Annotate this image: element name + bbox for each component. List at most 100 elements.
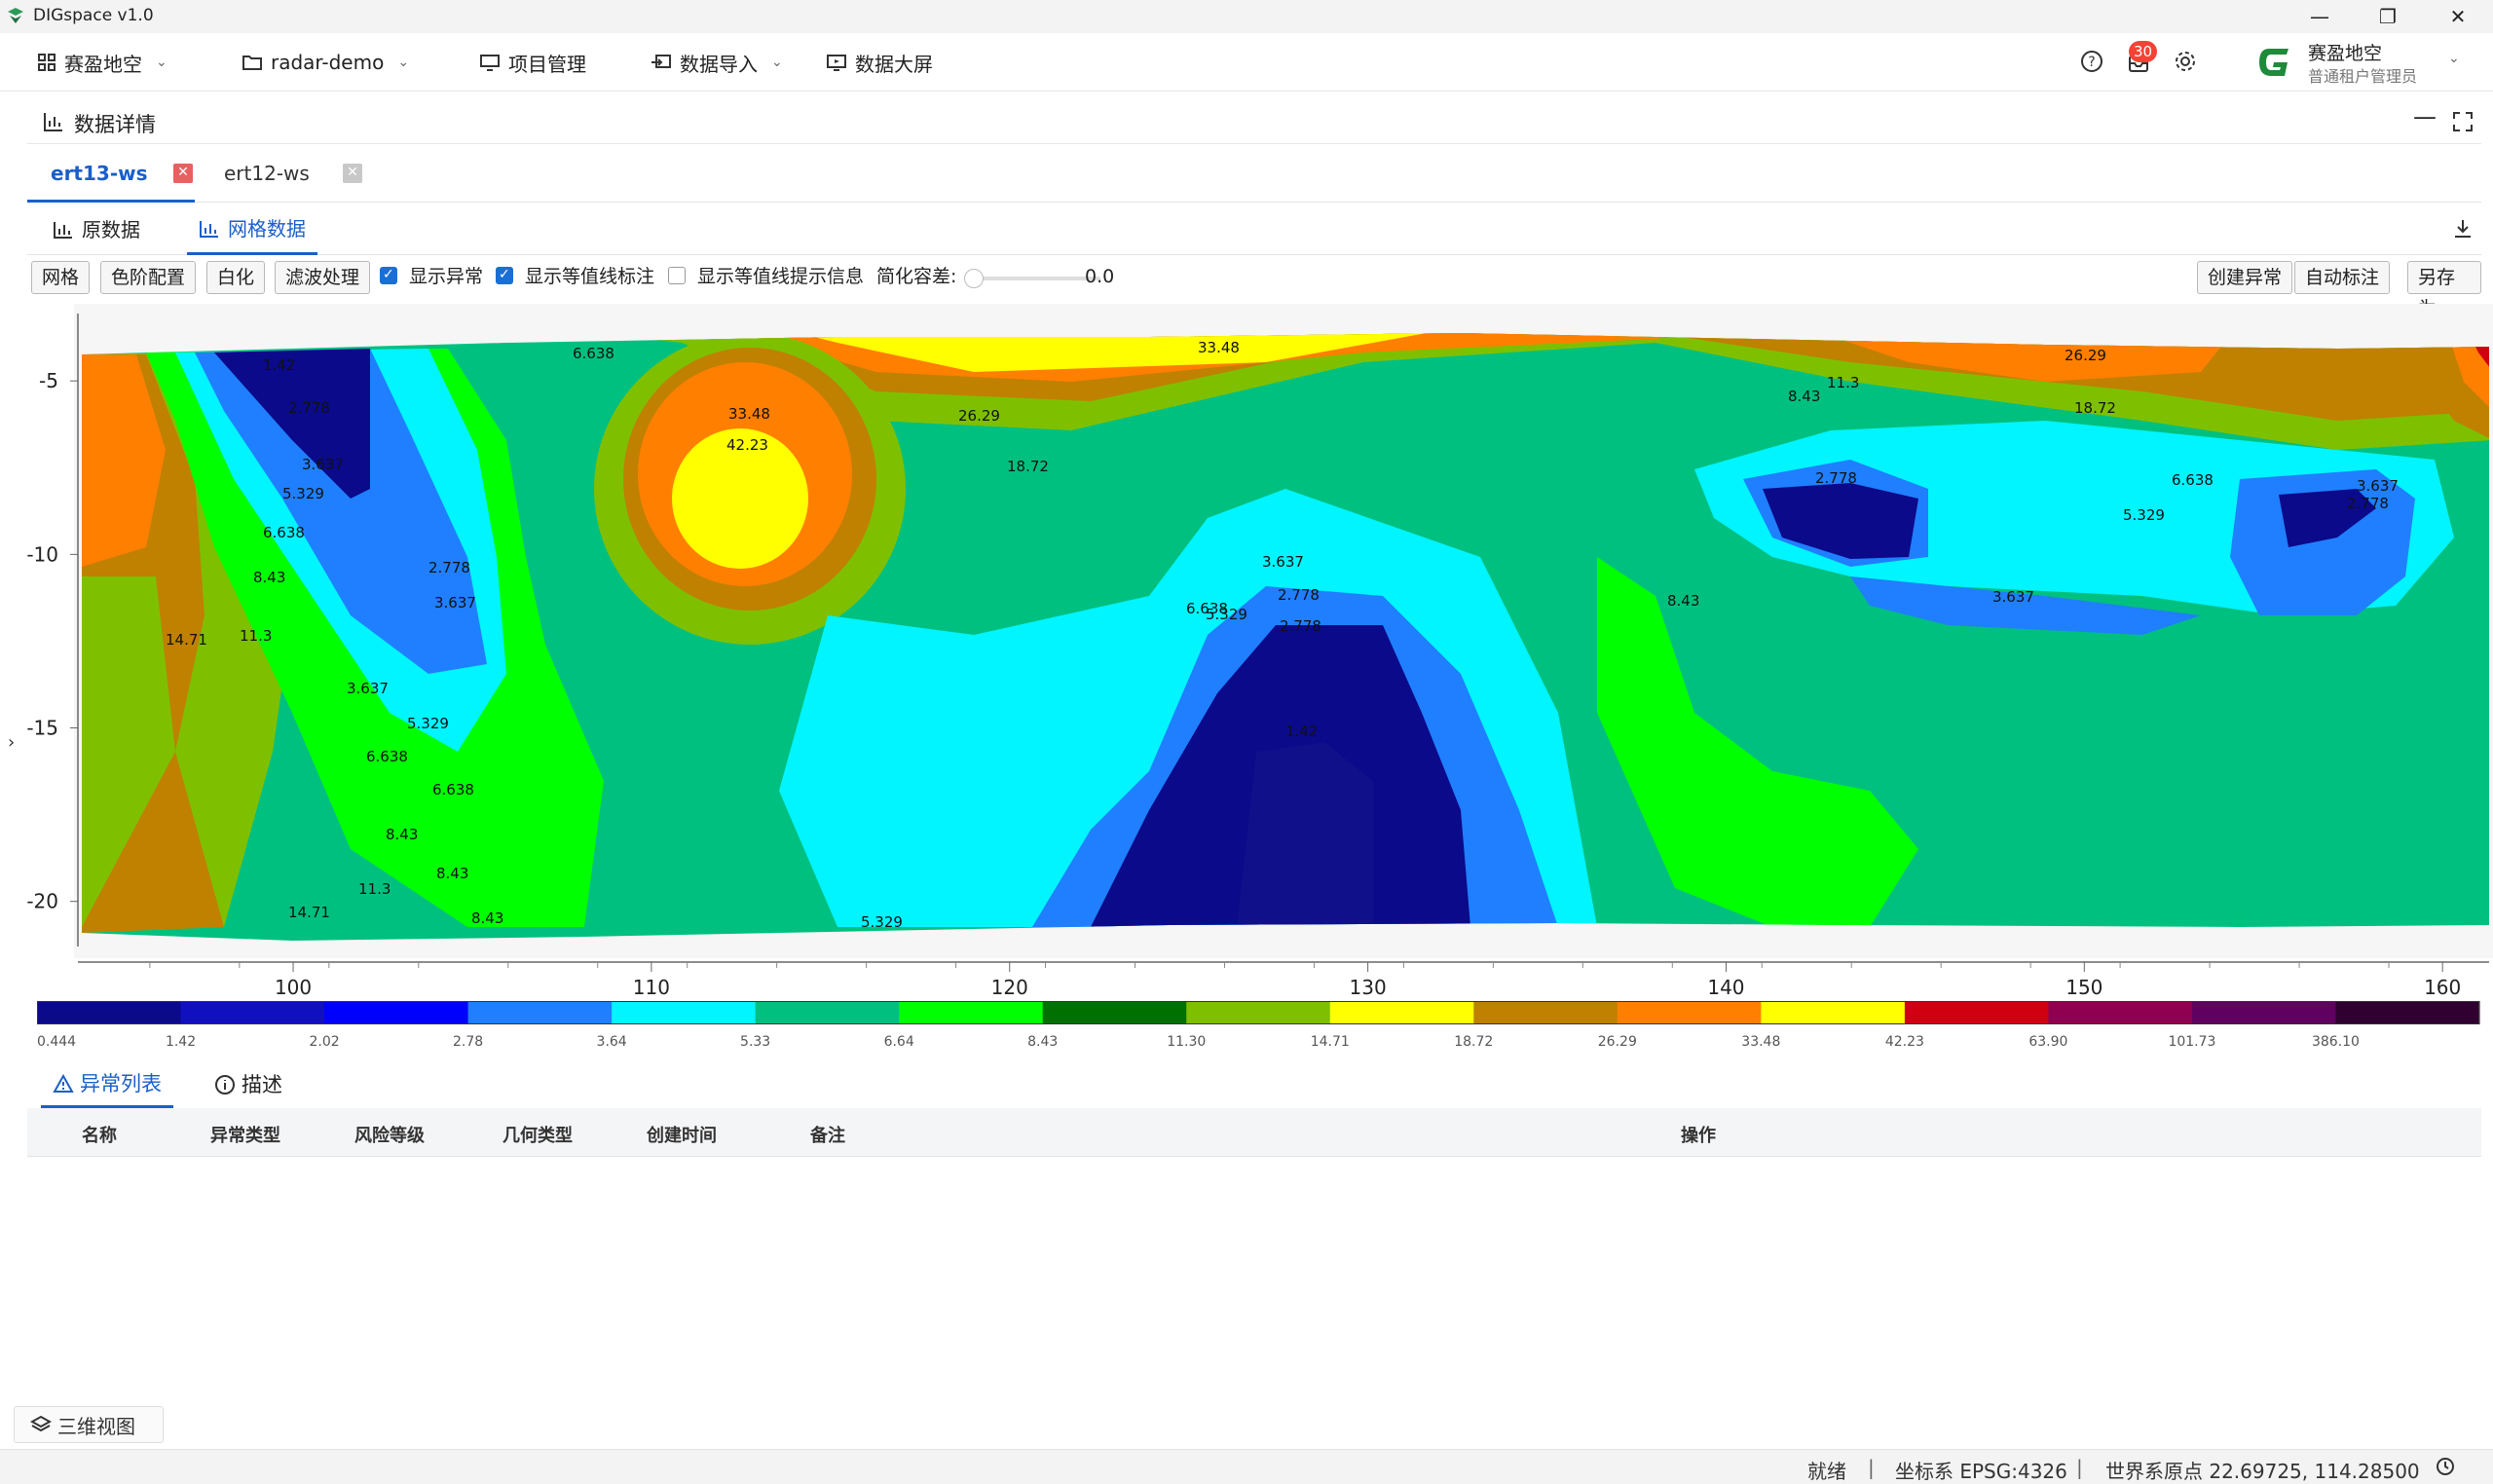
filter-button[interactable]: 滤波处理 — [275, 261, 371, 294]
bar-chart-icon — [200, 220, 218, 238]
contour-label: 3.637 — [347, 680, 389, 697]
contour-label: 5.329 — [407, 715, 449, 732]
data-screen-label: 数据大屏 — [855, 52, 933, 76]
chevron-down-icon: ⌄ — [156, 55, 167, 70]
y-tick-label: -15 — [26, 717, 58, 740]
data-import-menu[interactable]: 数据导入 ⌄ — [651, 47, 783, 78]
contour-label: 6.638 — [2172, 471, 2214, 489]
gear-icon[interactable] — [2174, 50, 2197, 73]
colorbar-segment — [1042, 1001, 1187, 1024]
column-header[interactable]: 创建时间 — [647, 1122, 717, 1147]
svg-text:?: ? — [2088, 55, 2095, 70]
colorbar-tick-label: 33.48 — [1741, 1034, 1780, 1050]
simplify-tolerance-slider[interactable] — [966, 277, 1100, 280]
tab-ert13-ws[interactable]: ert13-ws — [27, 150, 195, 203]
tab-anomaly-list[interactable]: 异常列表 — [41, 1061, 173, 1108]
workspace-menu[interactable]: 赛盈地空 ⌄ — [37, 47, 167, 78]
minimize-panel-button[interactable]: — — [2413, 103, 2437, 130]
colorbar-tick-label: 26.29 — [1598, 1034, 1637, 1050]
contour-label: 2.778 — [1280, 617, 1321, 635]
3d-view-button[interactable]: 三维视图 — [14, 1406, 164, 1443]
column-header[interactable]: 风险等级 — [354, 1122, 425, 1147]
color-config-button[interactable]: 色阶配置 — [100, 261, 197, 294]
create-anomaly-button[interactable]: 创建异常 — [2197, 261, 2293, 294]
x-tick-label: 100 — [275, 976, 312, 999]
tab-raw-data[interactable]: 原数据 — [41, 204, 152, 255]
colorbar-tick-label: 0.444 — [37, 1034, 76, 1050]
colorbar-segment — [1473, 1001, 1619, 1024]
view-subtabs: 原数据 网格数据 — [27, 204, 2481, 255]
colorbar-tick-label: 6.64 — [884, 1034, 914, 1050]
status-origin: 世界系原点 22.69725, 114.28500 — [2105, 1460, 2420, 1483]
title-bar: DIGspace v1.0 — ❐ ✕ — [0, 0, 2493, 33]
slider-handle[interactable] — [964, 269, 984, 288]
column-header[interactable]: 名称 — [82, 1122, 117, 1147]
panel-header: 数据详情 — — [27, 101, 2481, 144]
tab-description[interactable]: 描述 — [203, 1061, 294, 1108]
contour-label: 6.638 — [366, 748, 408, 765]
workspace-label: 赛盈地空 — [64, 52, 142, 76]
data-screen-menu[interactable]: 数据大屏 — [826, 47, 933, 78]
colorbar-tick-label: 8.43 — [1027, 1034, 1058, 1050]
contour-label: 5.329 — [282, 485, 324, 502]
fullscreen-icon[interactable] — [2452, 111, 2474, 132]
restore-window-button[interactable]: ❐ — [2359, 0, 2417, 33]
colorbar-tick-label: 386.10 — [2312, 1034, 2360, 1050]
menu-bar: 赛盈地空 ⌄ radar-demo ⌄ 项目管理 数据导入 ⌄ 数据大屏 ? 3… — [0, 33, 2493, 92]
show-anomaly-checkbox[interactable] — [380, 267, 397, 284]
download-icon[interactable] — [2452, 218, 2474, 240]
contour-label: 14.71 — [166, 631, 207, 649]
chevron-down-icon: ⌄ — [397, 55, 410, 70]
colorbar-tick-label: 42.23 — [1885, 1034, 1924, 1050]
tab-grid-data[interactable]: 网格数据 — [187, 204, 317, 255]
status-ready: 就绪 — [1807, 1460, 1846, 1483]
show-contour-tips-checkbox[interactable] — [668, 267, 686, 284]
contour-label: 8.43 — [253, 569, 285, 586]
contour-label: 8.43 — [1667, 592, 1699, 610]
tab-label: 描述 — [242, 1073, 282, 1096]
close-tab-ert12-icon[interactable]: ✕ — [343, 164, 362, 183]
user-name: 赛盈地空 — [2308, 43, 2383, 64]
minimize-window-button[interactable]: — — [2290, 0, 2349, 33]
status-crs: 坐标系 EPSG:4326 — [1895, 1460, 2067, 1483]
expand-left-chevron-icon[interactable]: › — [8, 732, 15, 753]
contour-label: 11.3 — [240, 627, 272, 645]
auto-label-button[interactable]: 自动标注 — [2294, 261, 2391, 294]
user-menu-chevron-icon[interactable]: ⌄ — [2448, 51, 2460, 66]
show-contour-labels-label: 显示等值线标注 — [525, 266, 655, 287]
project-management-menu[interactable]: 项目管理 — [479, 47, 586, 78]
close-tab-ert13-icon[interactable]: ✕ — [173, 164, 193, 183]
show-contour-labels-checkbox[interactable] — [496, 267, 513, 284]
column-header[interactable]: 备注 — [810, 1122, 845, 1147]
column-header[interactable]: 异常类型 — [210, 1122, 280, 1147]
column-header[interactable]: 操作 — [1681, 1122, 1716, 1147]
tab-ert12-ws[interactable]: ert12-ws — [201, 150, 356, 203]
colorbar-segment — [1761, 1001, 1906, 1024]
project-management-label: 项目管理 — [508, 52, 586, 76]
x-tick-label: 140 — [1707, 976, 1744, 999]
whiten-button[interactable]: 白化 — [206, 261, 266, 294]
contour-label: 2.778 — [288, 399, 330, 417]
save-as-button[interactable]: 另存为 — [2407, 261, 2481, 319]
x-tick-label: 130 — [1350, 976, 1387, 999]
colorbar-tick-label: 63.90 — [2028, 1034, 2067, 1050]
column-header[interactable]: 几何类型 — [502, 1122, 573, 1147]
contour-label: 3.637 — [1262, 553, 1304, 571]
contour-label: 3.637 — [2357, 477, 2399, 495]
grid-button[interactable]: 网格 — [31, 261, 91, 294]
contour-label: 8.43 — [471, 909, 503, 927]
help-icon[interactable]: ? — [2080, 50, 2103, 73]
contour-plot[interactable]: 33.48 26.29 18.72 26.29 18.72 33.48 42.2… — [0, 304, 2493, 1005]
project-menu[interactable]: radar-demo ⌄ — [242, 47, 409, 78]
simplify-tolerance-label: 简化容差: — [876, 266, 957, 287]
colorbar-tick-label: 14.71 — [1311, 1034, 1350, 1050]
contour-plot-svg[interactable]: 33.48 26.29 18.72 26.29 18.72 33.48 42.2… — [0, 304, 2493, 1005]
contour-label: 1.42 — [263, 356, 295, 374]
close-window-button[interactable]: ✕ — [2429, 0, 2487, 33]
history-icon[interactable] — [2435, 1456, 2456, 1477]
notification-badge: 30 — [2129, 41, 2158, 62]
colorbar-segment — [1329, 1001, 1474, 1024]
y-tick-label: -20 — [26, 890, 58, 913]
monitor-icon — [480, 55, 500, 71]
colorbar-tick-label: 3.64 — [597, 1034, 627, 1050]
